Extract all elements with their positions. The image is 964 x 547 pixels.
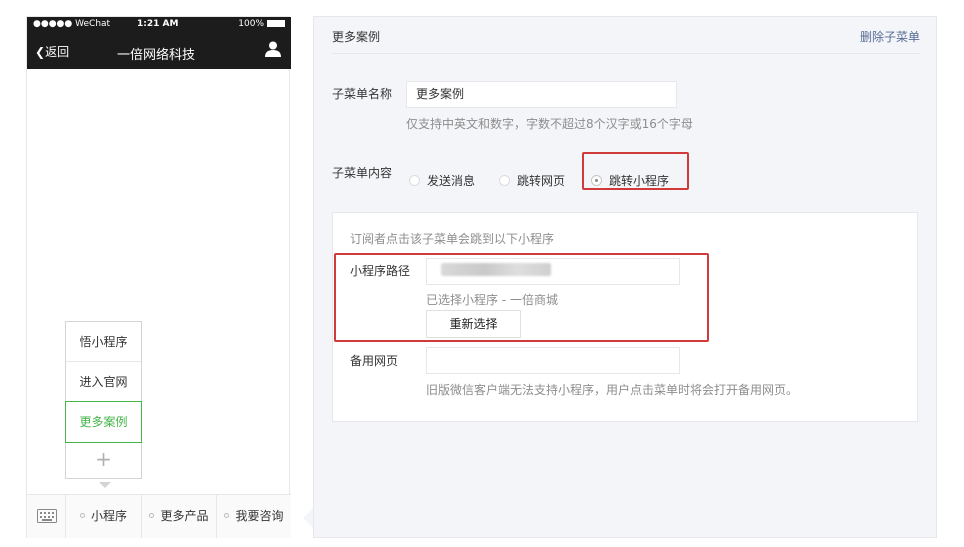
submenu-popup: 悟小程序 进入官网 更多案例 + — [65, 321, 142, 479]
settings-intro: 订阅者点击该子菜单会跳到以下小程序 — [350, 232, 555, 246]
radio-label: 跳转网页 — [517, 174, 566, 188]
user-icon[interactable] — [264, 40, 282, 58]
submenu-item-2[interactable]: 进入官网 — [66, 362, 141, 402]
menu-tab-label: 更多产品 — [160, 509, 209, 523]
menu-tab-label: 小程序 — [90, 509, 127, 523]
radio-send-message[interactable]: 发送消息 — [409, 172, 475, 189]
status-time: 1:21 AM — [137, 19, 179, 29]
battery-indicator: 100% — [238, 19, 285, 29]
menu-dot-icon — [224, 513, 230, 518]
battery-percent: 100% — [238, 19, 264, 29]
menu-tab-label: 我要咨询 — [235, 509, 284, 523]
back-button[interactable]: ❮返回 — [35, 43, 69, 60]
editor-header: 更多案例 删除子菜单 — [332, 17, 920, 54]
menu-tab-3[interactable]: 我要咨询 — [217, 495, 291, 538]
panel-pointer — [303, 508, 313, 528]
battery-icon — [267, 20, 285, 27]
backup-label: 备用网页 — [350, 354, 399, 368]
submenu-name-input[interactable]: 更多案例 — [406, 81, 677, 108]
annotation-box-miniprogram — [582, 152, 689, 190]
carrier-signal: ●●●●● WeChat — [33, 19, 111, 29]
menu-dot-icon — [79, 513, 85, 518]
name-hint: 仅支持中英文和数字，字数不超过8个汉字或16个字母 — [406, 117, 693, 131]
submenu-editor-panel: 更多案例 删除子菜单 子菜单名称 更多案例 仅支持中英文和数字，字数不超过8个汉… — [313, 16, 937, 538]
menu-tab-1[interactable]: 小程序 — [66, 495, 142, 538]
back-label: 返回 — [45, 45, 70, 59]
editor-title: 更多案例 — [332, 30, 381, 44]
add-submenu-button[interactable]: + — [66, 442, 141, 478]
radio-circle-icon — [409, 175, 420, 186]
radio-open-webpage[interactable]: 跳转网页 — [499, 172, 565, 189]
content-label: 子菜单内容 — [332, 166, 393, 180]
submenu-item-3-selected[interactable]: 更多案例 — [65, 401, 142, 443]
backup-url-input[interactable] — [426, 347, 680, 374]
keyboard-toggle[interactable] — [27, 495, 66, 538]
menu-tab-2[interactable]: 更多产品 — [142, 495, 217, 538]
chevron-left-icon: ❮ — [35, 45, 46, 59]
annotation-box-path — [334, 253, 709, 342]
radio-circle-icon — [499, 175, 510, 186]
phone-navbar: ❮返回 一倍网络科技 — [27, 33, 291, 69]
menu-dot-icon — [149, 513, 155, 518]
menu-bar: 小程序 更多产品 我要咨询 — [27, 494, 291, 538]
backup-hint: 旧版微信客户端无法支持小程序，用户点击菜单时将会打开备用网页。 — [426, 383, 799, 397]
submenu-arrow — [99, 482, 111, 488]
delete-submenu-link[interactable]: 删除子菜单 — [860, 28, 920, 45]
keyboard-icon — [37, 509, 57, 523]
account-title: 一倍网络科技 — [117, 48, 196, 63]
radio-label: 发送消息 — [427, 174, 476, 188]
submenu-item-1[interactable]: 悟小程序 — [66, 322, 141, 362]
name-label: 子菜单名称 — [332, 87, 393, 101]
phone-preview: ●●●●● WeChat 1:21 AM 100% ❮返回 一倍网络科技 悟小程… — [26, 16, 291, 538]
status-bar: ●●●●● WeChat 1:21 AM 100% — [27, 17, 291, 33]
